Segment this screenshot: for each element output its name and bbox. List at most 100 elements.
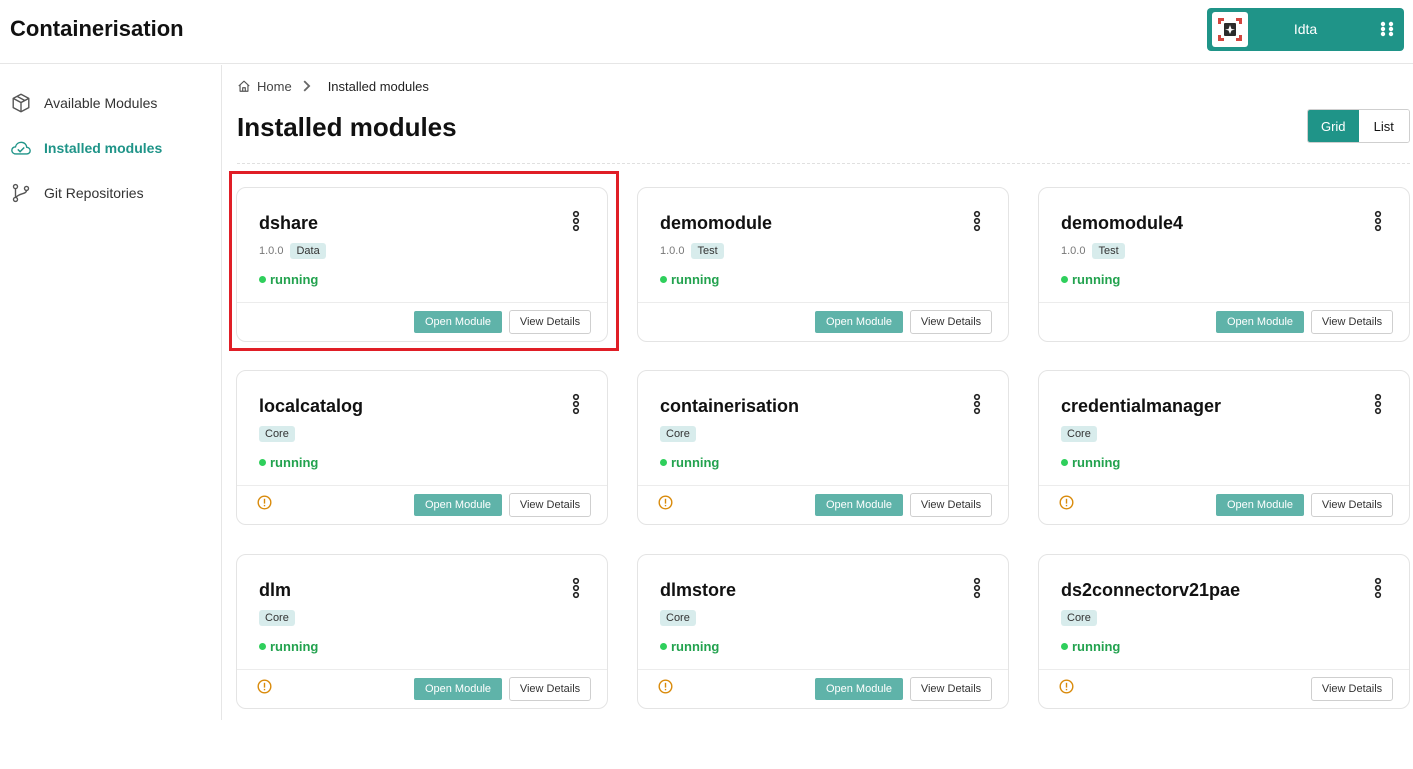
- more-options-icon[interactable]: [569, 210, 583, 232]
- card-footer-divider: [1039, 669, 1409, 670]
- view-details-button[interactable]: View Details: [910, 310, 992, 334]
- breadcrumb-current: Installed modules: [327, 78, 429, 94]
- module-meta: Core: [660, 609, 696, 627]
- module-tag: Test: [691, 243, 724, 259]
- view-details-button[interactable]: View Details: [509, 493, 591, 517]
- open-module-button[interactable]: Open Module: [414, 494, 502, 516]
- view-details-button[interactable]: View Details: [1311, 310, 1393, 334]
- card-footer-divider: [638, 302, 1008, 303]
- module-tag: Core: [660, 426, 696, 442]
- sidebar-item-label: Available Modules: [44, 95, 158, 111]
- sidebar-item-label: Installed modules: [44, 140, 163, 156]
- more-options-icon[interactable]: [1371, 577, 1385, 599]
- view-details-button[interactable]: View Details: [509, 310, 591, 334]
- card-footer-divider: [1039, 485, 1409, 486]
- divider: [237, 163, 1410, 164]
- module-card: containerisation Core running Open Module Vi…: [637, 370, 1009, 525]
- card-footer-divider: [1039, 302, 1409, 303]
- breadcrumb-home-label: Home: [257, 78, 292, 94]
- module-meta: Core: [660, 425, 696, 443]
- module-tag: Core: [660, 610, 696, 626]
- status-label: running: [270, 272, 319, 287]
- view-details-button[interactable]: View Details: [910, 677, 992, 701]
- status-dot-icon: [259, 276, 266, 283]
- cloud-check-icon: [11, 141, 31, 155]
- status-label: running: [270, 639, 319, 654]
- open-module-button[interactable]: Open Module: [815, 678, 903, 700]
- module-name: dlm: [259, 580, 292, 600]
- status-indicator: running: [259, 639, 318, 654]
- user-name: Idta: [1293, 21, 1318, 37]
- module-name: dlmstore: [660, 580, 737, 600]
- view-toggle: Grid List: [1307, 109, 1410, 143]
- status-dot-icon: [259, 459, 266, 466]
- status-label: running: [1072, 272, 1121, 287]
- open-module-button[interactable]: Open Module: [414, 311, 502, 333]
- status-label: running: [270, 455, 319, 470]
- module-meta: Core: [1061, 425, 1097, 443]
- module-tag: Core: [259, 426, 295, 442]
- module-name: demomodule: [660, 213, 773, 233]
- module-tag: Core: [1061, 426, 1097, 442]
- view-details-button[interactable]: View Details: [1311, 493, 1393, 517]
- module-tag: Core: [259, 610, 295, 626]
- list-view-button[interactable]: List: [1358, 110, 1409, 142]
- warning-icon[interactable]: [658, 679, 673, 694]
- view-details-button[interactable]: View Details: [1311, 677, 1393, 701]
- view-details-button[interactable]: View Details: [910, 493, 992, 517]
- top-bar: Containerisation Idta: [0, 0, 1413, 64]
- module-card: dlm Core running Open Module View Details: [236, 554, 608, 709]
- user-menu[interactable]: Idta: [1207, 8, 1404, 51]
- module-card: demomodule4 1.0.0 Test running Open Module Vi…: [1038, 187, 1410, 342]
- breadcrumb: Home Installed modules: [237, 77, 429, 95]
- warning-icon[interactable]: [1059, 679, 1074, 694]
- more-options-icon[interactable]: [569, 393, 583, 415]
- open-module-button[interactable]: Open Module: [414, 678, 502, 700]
- more-options-icon[interactable]: [1371, 210, 1385, 232]
- status-dot-icon: [1061, 459, 1068, 466]
- module-card: dshare 1.0.0 Data running Open Module View De…: [236, 187, 608, 342]
- sidebar: Available Modules Installed modules Git …: [0, 65, 222, 720]
- status-indicator: running: [1061, 639, 1120, 654]
- module-tag: Core: [1061, 610, 1097, 626]
- module-version: 1.0.0: [259, 245, 284, 257]
- page-title: Installed modules: [237, 112, 457, 142]
- more-options-icon[interactable]: [970, 210, 984, 232]
- view-details-button[interactable]: View Details: [509, 677, 591, 701]
- status-dot-icon: [660, 459, 667, 466]
- more-options-icon[interactable]: [1371, 393, 1385, 415]
- chevron-right-icon: [300, 79, 320, 93]
- more-options-icon[interactable]: [970, 393, 984, 415]
- grid-view-button[interactable]: Grid: [1308, 110, 1359, 142]
- open-module-button[interactable]: Open Module: [1216, 311, 1304, 333]
- more-options-icon[interactable]: [970, 577, 984, 599]
- open-module-button[interactable]: Open Module: [815, 494, 903, 516]
- status-dot-icon: [660, 643, 667, 650]
- card-footer-divider: [638, 485, 1008, 486]
- module-meta: Core: [1061, 609, 1097, 627]
- module-tag: Test: [1092, 243, 1125, 259]
- more-options-icon[interactable]: [569, 577, 583, 599]
- warning-icon[interactable]: [1059, 495, 1074, 510]
- card-footer-divider: [237, 485, 607, 486]
- status-indicator: running: [660, 272, 719, 287]
- status-label: running: [671, 455, 720, 470]
- status-label: running: [671, 272, 720, 287]
- breadcrumb-home[interactable]: Home: [237, 79, 292, 94]
- card-footer-divider: [237, 669, 607, 670]
- module-meta: Core: [259, 609, 295, 627]
- warning-icon[interactable]: [658, 495, 673, 510]
- sidebar-item-installed-modules[interactable]: Installed modules: [10, 136, 215, 160]
- module-name: containerisation: [660, 396, 800, 416]
- warning-icon[interactable]: [257, 679, 272, 694]
- open-module-button[interactable]: Open Module: [815, 311, 903, 333]
- status-dot-icon: [259, 643, 266, 650]
- apps-grid-icon[interactable]: [1380, 21, 1394, 37]
- warning-icon[interactable]: [257, 495, 272, 510]
- sidebar-item-available-modules[interactable]: Available Modules: [10, 91, 215, 115]
- card-footer-divider: [237, 302, 607, 303]
- sidebar-item-git-repositories[interactable]: Git Repositories: [10, 181, 215, 205]
- module-card: credentialmanager Core running Open Module V…: [1038, 370, 1410, 525]
- open-module-button[interactable]: Open Module: [1216, 494, 1304, 516]
- module-card: demomodule 1.0.0 Test running Open Module Vie…: [637, 187, 1009, 342]
